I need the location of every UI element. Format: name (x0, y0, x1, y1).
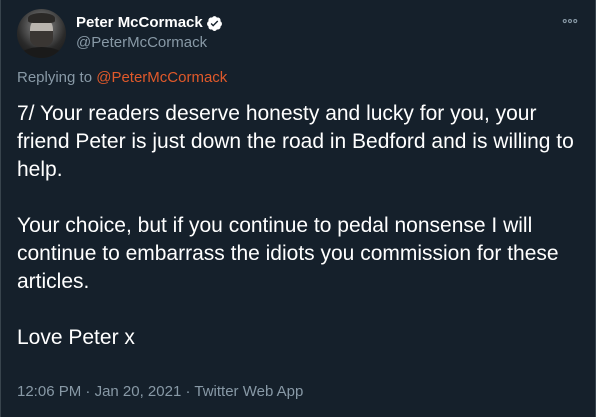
meta-separator: · (181, 383, 195, 400)
avatar-hair (28, 12, 55, 23)
replying-to-prefix: Replying to (17, 69, 97, 86)
tweet-text: 7/ Your readers deserve honesty and luck… (17, 100, 583, 352)
tweet-date[interactable]: Jan 20, 2021 (95, 383, 182, 400)
tweet-paragraph: Love Peter x (17, 326, 135, 349)
author-names: Peter McCormack @PeterMcCormack (76, 13, 223, 53)
tweet-source[interactable]: Twitter Web App (194, 383, 303, 400)
replying-to: Replying to @PeterMcCormack (17, 68, 227, 88)
verified-badge-icon (206, 15, 223, 32)
tweet-card: Peter McCormack @PeterMcCormack Replying… (0, 0, 596, 417)
tweet-time[interactable]: 12:06 PM (17, 383, 81, 400)
author-name-row: Peter McCormack (76, 13, 223, 33)
replying-to-mention[interactable]: @PeterMcCormack (96, 69, 227, 86)
meta-separator: · (81, 383, 95, 400)
tweet-header: Peter McCormack @PeterMcCormack (17, 8, 223, 58)
more-horizontal-icon[interactable] (561, 12, 579, 30)
tweet-paragraph: Your choice, but if you continue to peda… (17, 214, 559, 293)
tweet-paragraph: 7/ Your readers deserve honesty and luck… (17, 102, 574, 181)
avatar[interactable] (17, 8, 66, 58)
author-handle[interactable]: @PeterMcCormack (76, 33, 223, 53)
avatar-beard (30, 30, 53, 47)
author-display-name[interactable]: Peter McCormack (76, 13, 203, 33)
avatar-shoulders (19, 46, 64, 58)
tweet-meta: 12:06 PM · Jan 20, 2021 · Twitter Web Ap… (17, 382, 303, 402)
